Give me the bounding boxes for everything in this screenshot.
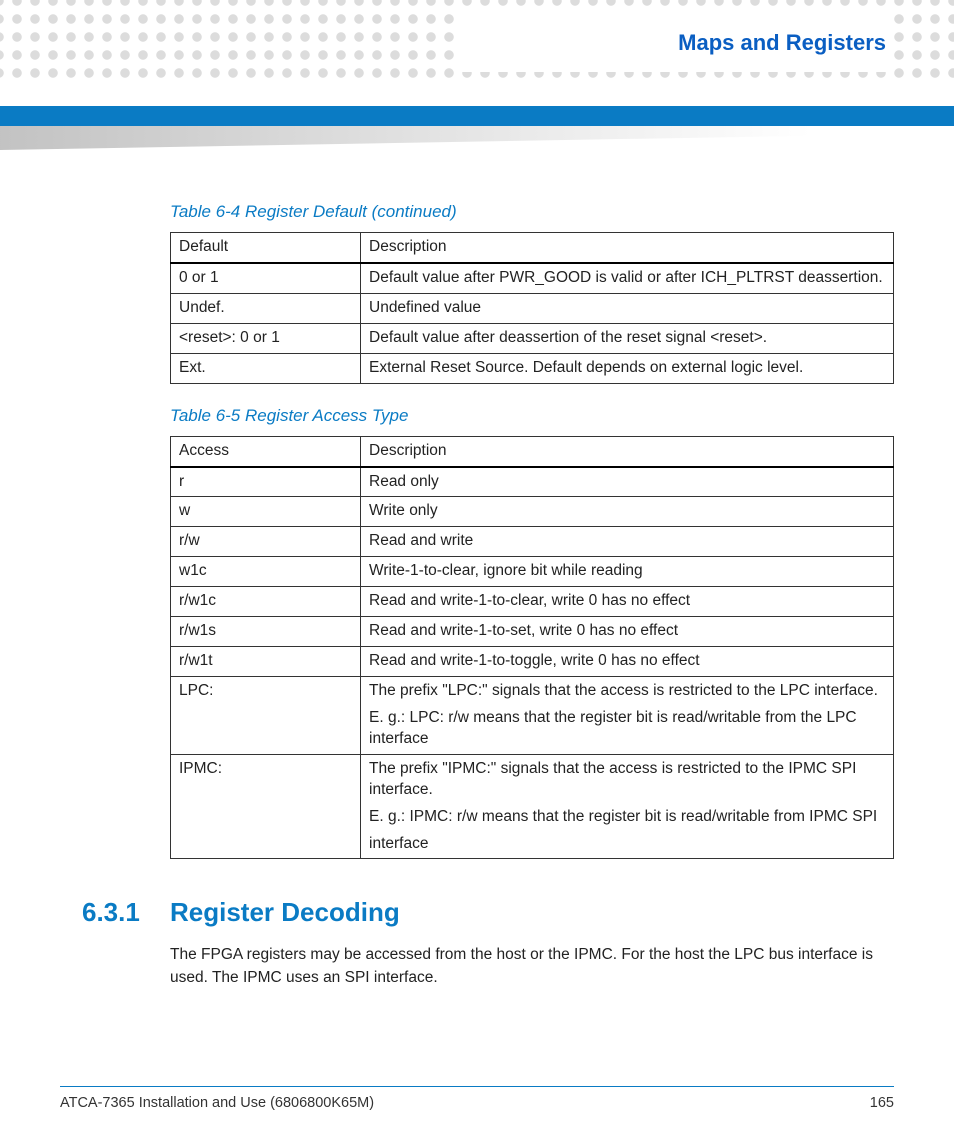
- table-cell: Write-1-to-clear, ignore bit while readi…: [361, 557, 894, 587]
- table-row: w1cWrite-1-to-clear, ignore bit while re…: [171, 557, 894, 587]
- table-row-lpc: LPC: The prefix "LPC:" signals that the a…: [171, 676, 894, 754]
- col-description: Description: [361, 436, 894, 466]
- table-cell: 0 or 1: [171, 263, 361, 293]
- table-cell: Read only: [361, 467, 894, 497]
- table-cell: Undefined value: [361, 293, 894, 323]
- table-cell: r/w1t: [171, 647, 361, 677]
- table-cell: Write only: [361, 497, 894, 527]
- table-cell: <reset>: 0 or 1: [171, 323, 361, 353]
- table-row: <reset>: 0 or 1Default value after deass…: [171, 323, 894, 353]
- table-cell: Read and write: [361, 527, 894, 557]
- table-row-ipmc: IPMC:The prefix "IPMC:" signals that the…: [171, 754, 894, 859]
- table-cell: LPC:: [171, 676, 361, 754]
- table-header-row: Default Description: [171, 233, 894, 263]
- table-cell: Default value after PWR_GOOD is valid or…: [361, 263, 894, 293]
- section-number: 6.3.1: [82, 897, 170, 928]
- table-cell: External Reset Source. Default depends o…: [361, 353, 894, 383]
- col-description: Description: [361, 233, 894, 263]
- table-row: rRead only: [171, 467, 894, 497]
- table-header-row: Access Description: [171, 436, 894, 466]
- header-blue-bar: [0, 106, 954, 126]
- table-cell: The prefix "IPMC:" signals that the acce…: [361, 754, 894, 859]
- table-row: r/w1sRead and write-1-to-set, write 0 ha…: [171, 617, 894, 647]
- table-row: r/w1tRead and write-1-to-toggle, write 0…: [171, 647, 894, 677]
- col-access: Access: [171, 436, 361, 466]
- table-cell: Undef.: [171, 293, 361, 323]
- cell-line: The prefix "LPC:" signals that the acces…: [369, 681, 885, 702]
- table-row: r/w1cRead and write-1-to-clear, write 0 …: [171, 587, 894, 617]
- table-cell: r/w1c: [171, 587, 361, 617]
- table-cell: r/w: [171, 527, 361, 557]
- table-row: Ext.External Reset Source. Default depen…: [171, 353, 894, 383]
- table-row: Undef.Undefined value: [171, 293, 894, 323]
- table-6-5: Access Description rRead onlywWrite only…: [170, 436, 894, 860]
- header-shadow: [0, 126, 954, 150]
- col-default: Default: [171, 233, 361, 263]
- table-cell: Read and write-1-to-clear, write 0 has n…: [361, 587, 894, 617]
- cell-line: interface: [369, 834, 885, 855]
- page-section-title: Maps and Registers: [670, 28, 894, 58]
- footer-doc-title: ATCA-7365 Installation and Use (6806800K…: [60, 1095, 374, 1111]
- table-cell: Read and write-1-to-toggle, write 0 has …: [361, 647, 894, 677]
- table-row: r/wRead and write: [171, 527, 894, 557]
- table-6-4-caption: Table 6-4 Register Default (continued): [170, 202, 894, 222]
- table-6-5-caption: Table 6-5 Register Access Type: [170, 406, 894, 426]
- footer-page-number: 165: [870, 1095, 894, 1111]
- cell-line: The prefix "IPMC:" signals that the acce…: [369, 759, 885, 801]
- table-cell: The prefix "LPC:" signals that the acces…: [361, 676, 894, 754]
- table-cell: r/w1s: [171, 617, 361, 647]
- table-cell: Read and write-1-to-set, write 0 has no …: [361, 617, 894, 647]
- table-cell: Ext.: [171, 353, 361, 383]
- table-row: wWrite only: [171, 497, 894, 527]
- table-row: 0 or 1Default value after PWR_GOOD is va…: [171, 263, 894, 293]
- section-title: Register Decoding: [170, 897, 400, 927]
- table-cell: r: [171, 467, 361, 497]
- page-footer: ATCA-7365 Installation and Use (6806800K…: [60, 1086, 894, 1111]
- section-paragraph: The FPGA registers may be accessed from …: [170, 944, 894, 989]
- cell-line: E. g.: LPC: r/w means that the register …: [369, 708, 885, 750]
- table-cell: IPMC:: [171, 754, 361, 859]
- table-cell: w1c: [171, 557, 361, 587]
- table-cell: Default value after deassertion of the r…: [361, 323, 894, 353]
- table-cell: w: [171, 497, 361, 527]
- cell-line: E. g.: IPMC: r/w means that the register…: [369, 807, 885, 828]
- table-6-4: Default Description 0 or 1Default value …: [170, 232, 894, 384]
